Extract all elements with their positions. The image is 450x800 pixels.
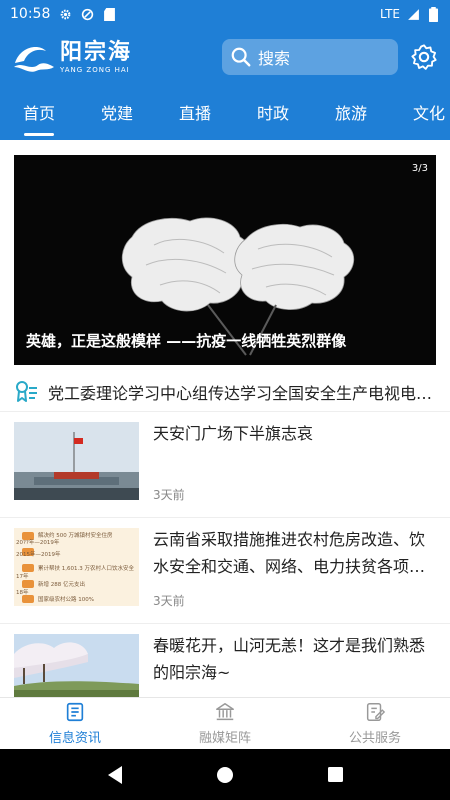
logo-title: 阳宗海 <box>60 40 133 65</box>
bottom-nav: 信息资讯 融媒矩阵 公共服务 <box>0 697 450 749</box>
news-title: 春暖花开，山河无恙！这才是我们熟悉的阳宗海~ <box>153 636 426 682</box>
sd-card-icon <box>102 7 116 21</box>
banner-carousel[interactable]: 3/3 英雄，正是这般模样 ——抗疫一线牺牲英烈群像 <box>14 155 436 365</box>
news-thumbnail <box>14 422 139 500</box>
tab-culture[interactable]: 文化 <box>390 88 450 140</box>
nav-service[interactable]: 公共服务 <box>300 698 450 749</box>
system-navigation-bar <box>0 749 450 800</box>
thumb-line: 17年 <box>16 572 29 580</box>
banner-caption: 英雄，正是这般模样 ——抗疫一线牺牲英烈群像 <box>26 332 347 350</box>
back-icon[interactable] <box>106 765 124 785</box>
thumb-line: 新增 288 亿元支出 <box>38 580 85 588</box>
tab-travel[interactable]: 旅游 <box>312 88 390 140</box>
tab-politics[interactable]: 时政 <box>234 88 312 140</box>
thumb-line: 20??年—2019年 <box>16 538 60 546</box>
news-item[interactable]: 天安门广场下半旗志哀 3天前 <box>0 412 450 518</box>
news-thumbnail: 解决约 500 万城镇村安全住房 20??年—2019年 2015年—2019年… <box>14 528 139 606</box>
service-form-icon <box>366 703 386 721</box>
news-doc-icon <box>66 702 84 722</box>
data-saver-icon <box>80 7 94 21</box>
settings-gear-icon[interactable] <box>410 43 438 71</box>
app-header: 阳宗海 YANG ZONG HAI 搜索 <box>0 28 450 88</box>
nav-info-label: 信息资讯 <box>48 731 101 746</box>
banner-page-counter: 3/3 <box>411 163 428 174</box>
signal-icon <box>406 7 420 21</box>
institution-icon <box>216 703 234 721</box>
nav-service-label: 公共服务 <box>348 731 401 746</box>
news-time: 3天前 <box>153 594 185 608</box>
home-icon[interactable] <box>215 765 235 785</box>
settings-status-icon <box>58 7 72 21</box>
network-type: LTE <box>380 7 400 21</box>
status-bar: 10:58 LTE <box>0 0 450 28</box>
thumb-line: 18年 <box>16 588 29 596</box>
category-tabs: 首页 党建 直播 时政 旅游 文化 <box>0 88 450 140</box>
status-time: 10:58 <box>10 6 51 22</box>
logo-wave-icon <box>14 47 54 72</box>
tab-live[interactable]: 直播 <box>156 88 234 140</box>
notice-text: 党工委理论学习中心组传达学习全国安全生产电视电… <box>48 383 433 403</box>
thumb-line: 累计帮扶 1,601.3 万农村人口饮水安全 <box>38 564 134 572</box>
notice-row[interactable]: 党工委理论学习中心组传达学习全国安全生产电视电… <box>0 372 450 412</box>
news-item[interactable]: 解决约 500 万城镇村安全住房 20??年—2019年 2015年—2019年… <box>0 518 450 624</box>
thumb-line: 国家级农村公路 100% <box>38 595 94 603</box>
news-time: 3天前 <box>153 488 185 502</box>
search-placeholder: 搜索 <box>258 49 291 68</box>
search-icon <box>231 47 251 67</box>
news-title: 天安门广场下半旗志哀 <box>153 424 314 443</box>
thumb-line: 2015年—2019年 <box>16 550 61 558</box>
tab-home[interactable]: 首页 <box>0 88 78 140</box>
nav-media[interactable]: 融媒矩阵 <box>150 698 300 749</box>
recents-icon[interactable] <box>327 766 344 783</box>
search-input[interactable]: 搜索 <box>222 39 398 75</box>
nav-media-label: 融媒矩阵 <box>198 731 251 746</box>
app-logo: 阳宗海 YANG ZONG HAI <box>12 41 132 75</box>
logo-subtitle: YANG ZONG HAI <box>60 66 130 74</box>
news-title: 云南省采取措施推进农村危房改造、饮水安全和交通、网络、电力扶贫各项… <box>153 530 426 576</box>
notice-badge-icon <box>16 380 37 402</box>
tab-party[interactable]: 党建 <box>78 88 156 140</box>
battery-icon <box>426 6 440 22</box>
thumb-line: 解决约 500 万城镇村安全住房 <box>38 531 113 539</box>
nav-info[interactable]: 信息资讯 <box>0 698 150 749</box>
